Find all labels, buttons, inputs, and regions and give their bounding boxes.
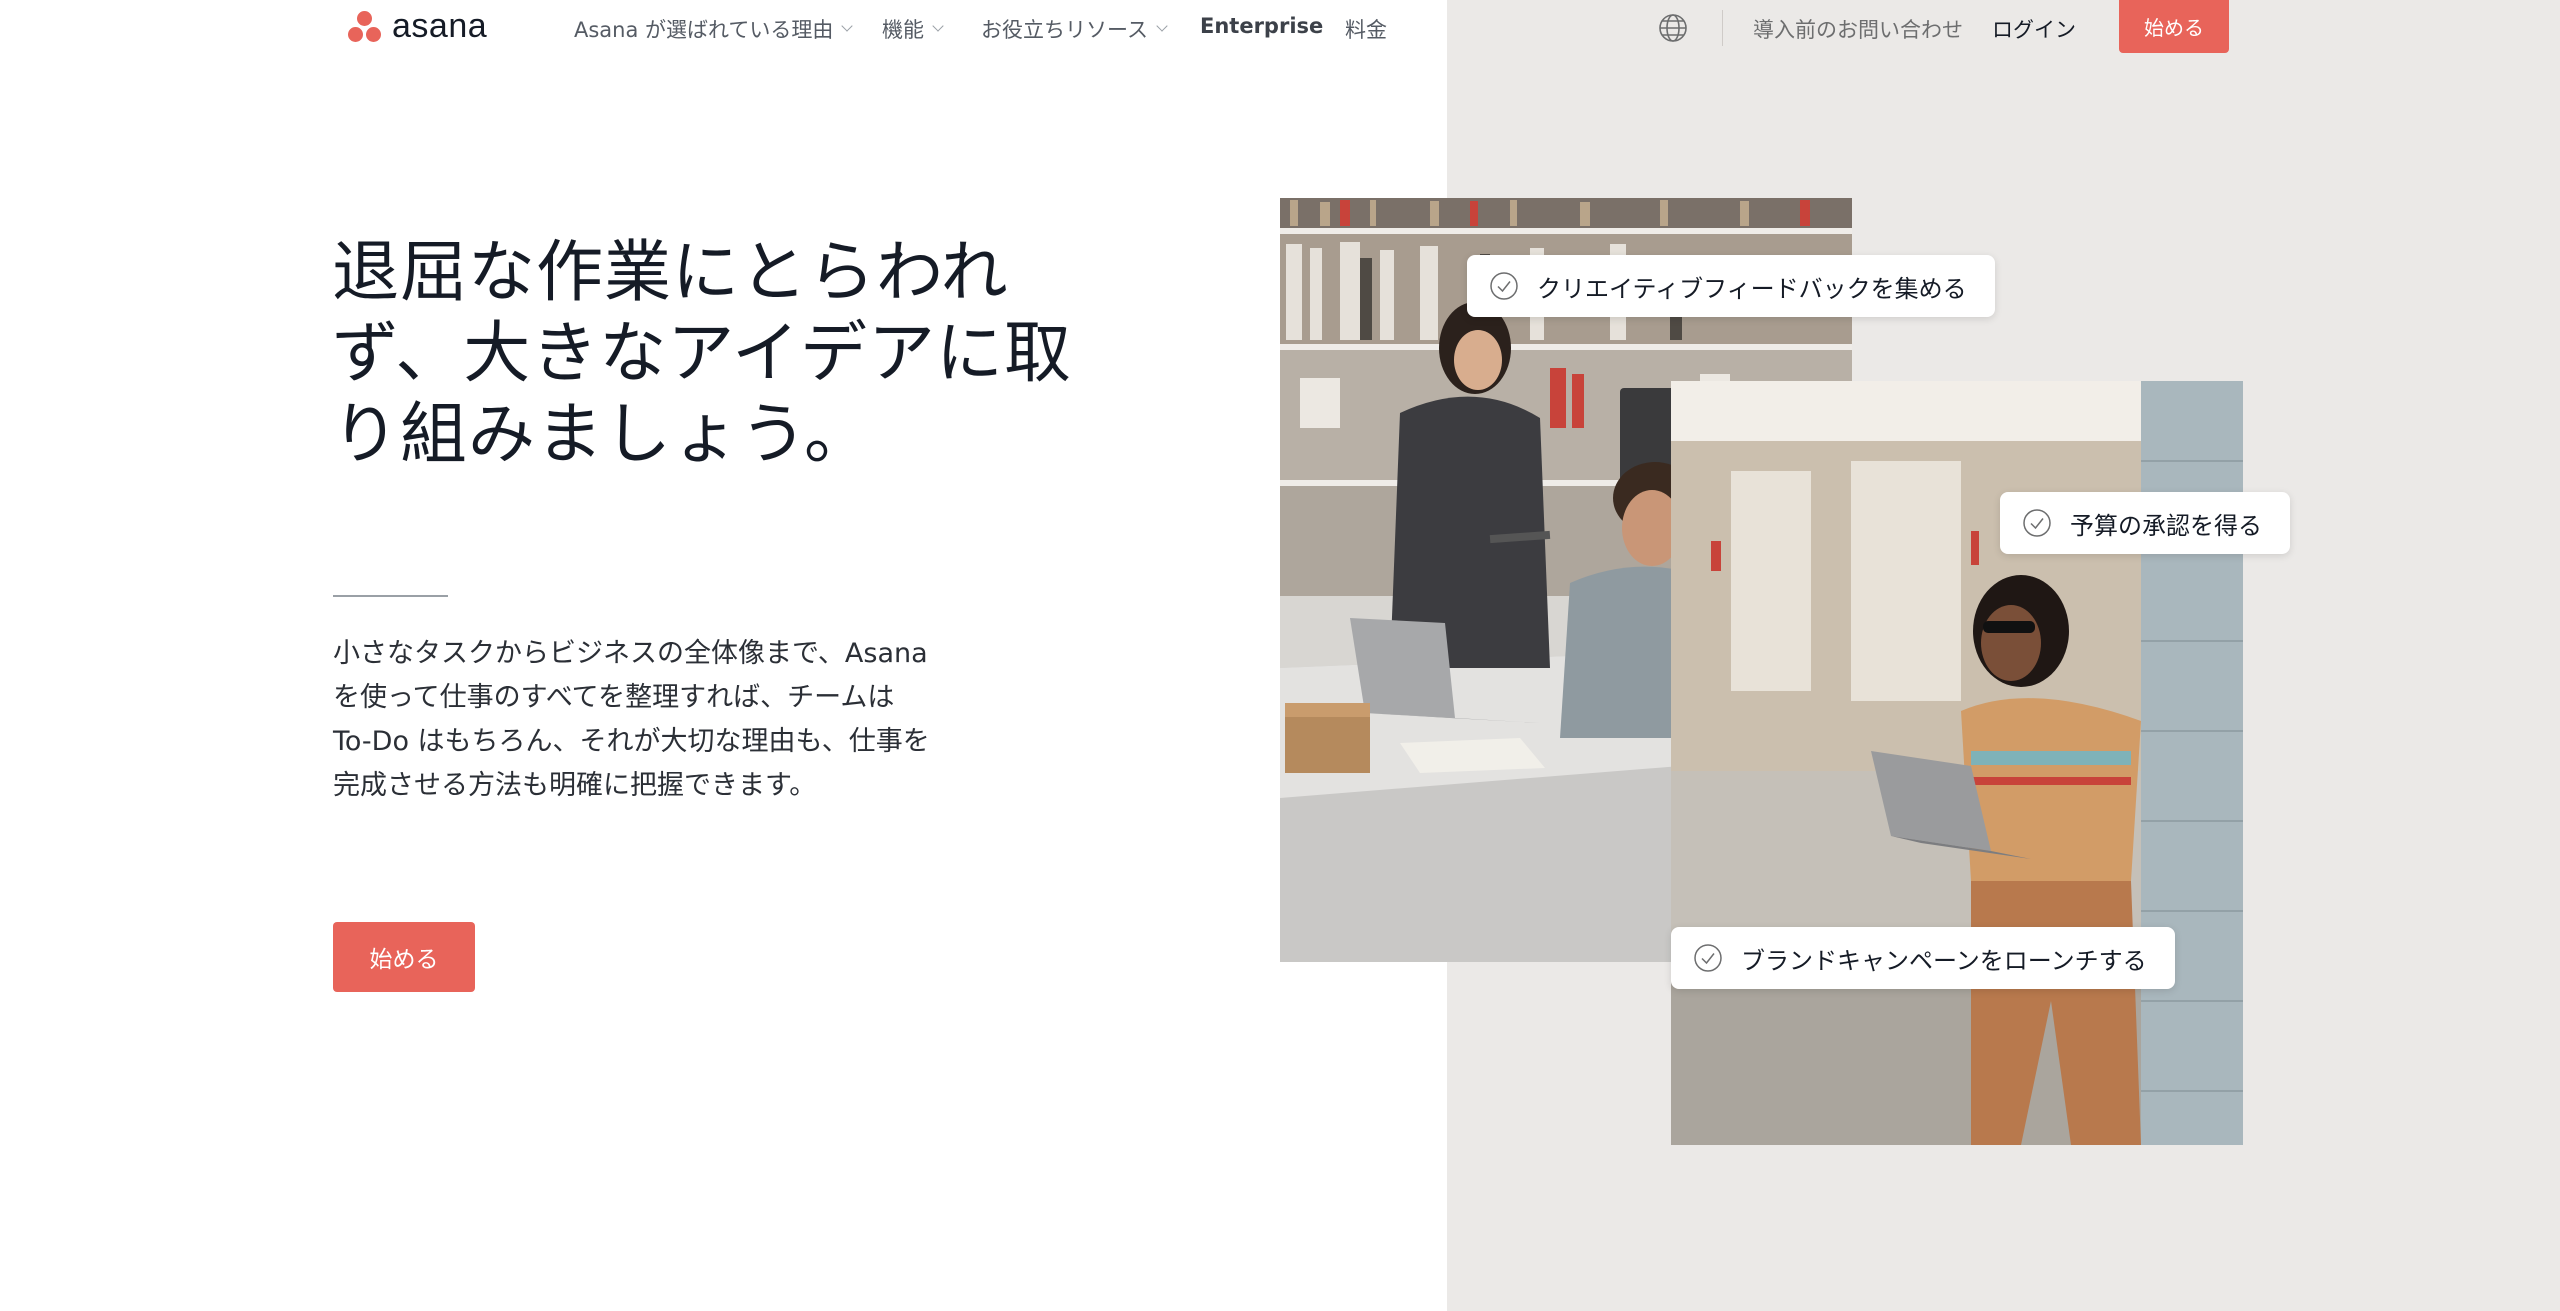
hero-get-started-button[interactable]: 始める xyxy=(333,922,475,992)
task-label: ブランドキャンペーンをローンチする xyxy=(1741,946,2147,975)
hero-divider xyxy=(333,595,448,597)
chevron-down-icon xyxy=(932,20,944,32)
chevron-down-icon xyxy=(1156,20,1168,32)
top-navigation: asana Asana が選ばれている理由 機能 お役立ちリソース Enterp… xyxy=(0,0,2560,56)
nav-resources-label: お役立ちリソース xyxy=(981,18,1148,42)
task-card: クリエイティブフィードバックを集める xyxy=(1467,255,1995,317)
hero-title: 退屈な作業にとらわれず、大きなアイデアに取り組みましょう。 xyxy=(332,233,1072,473)
check-circle-icon xyxy=(1490,272,1518,300)
chevron-down-icon xyxy=(841,20,854,32)
logo-wordmark: asana xyxy=(392,6,488,45)
globe-icon[interactable] xyxy=(1657,12,1689,44)
nav-pricing-label: 料金 xyxy=(1345,18,1387,42)
task-label: クリエイティブフィードバックを集める xyxy=(1537,274,1967,303)
check-circle-icon xyxy=(1694,944,1722,972)
nav-why-asana-label: Asana が選ばれている理由 xyxy=(574,18,834,42)
nav-resources[interactable]: お役立ちリソース xyxy=(981,14,1168,44)
nav-enterprise-label: Enterprise xyxy=(1200,14,1324,38)
nav-why-asana[interactable]: Asana が選ばれている理由 xyxy=(574,14,854,44)
nav-features[interactable]: 機能 xyxy=(882,14,944,44)
nav-pricing[interactable]: 料金 xyxy=(1345,14,1387,44)
nav-enterprise[interactable]: Enterprise xyxy=(1200,14,1323,38)
login-link[interactable]: ログイン xyxy=(1992,14,2076,44)
nav-get-started-button[interactable]: 始める xyxy=(2119,0,2229,53)
contact-sales-link[interactable]: 導入前のお問い合わせ xyxy=(1753,14,1963,44)
task-card: 予算の承認を得る xyxy=(2000,492,2290,554)
task-label: 予算の承認を得る xyxy=(2070,511,2262,540)
check-circle-icon xyxy=(2023,509,2051,537)
asana-logo-icon xyxy=(346,9,384,43)
task-card: ブランドキャンペーンをローンチする xyxy=(1671,927,2175,989)
asana-logo[interactable]: asana xyxy=(346,6,488,45)
hero-description: 小さなタスクからビジネスの全体像まで、Asana を使って仕事のすべてを整理すれ… xyxy=(333,638,930,801)
nav-features-label: 機能 xyxy=(882,18,924,42)
nav-divider xyxy=(1722,10,1723,46)
